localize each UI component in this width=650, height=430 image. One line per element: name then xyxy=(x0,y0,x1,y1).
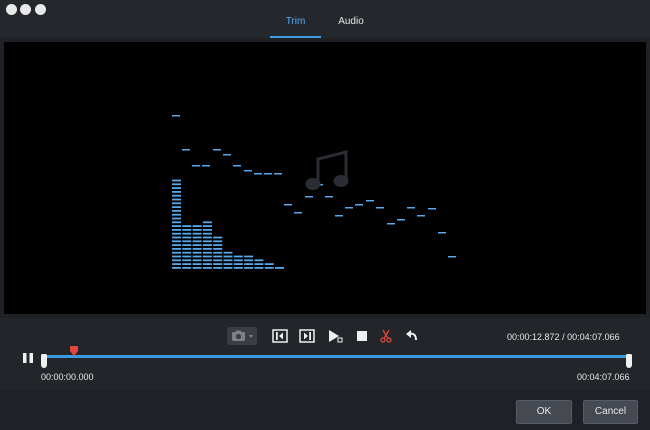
set-start-icon xyxy=(272,329,288,343)
stop-button[interactable] xyxy=(353,327,371,345)
playback-controls: 00:00:12.872 / 00:04:07.066 00:00:00.000… xyxy=(0,318,650,390)
pause-icon xyxy=(23,353,33,363)
play-segment-button[interactable] xyxy=(326,327,344,345)
time-separator: / xyxy=(562,332,565,342)
scissors-icon xyxy=(380,329,392,343)
timeline-track[interactable] xyxy=(44,355,629,358)
tab-audio[interactable]: Audio xyxy=(330,10,372,36)
camera-icon xyxy=(232,330,253,341)
audio-visualizer xyxy=(172,115,456,269)
undo-icon xyxy=(406,330,417,341)
trim-end-time: 00:04:07.066 xyxy=(577,372,630,382)
total-duration: 00:04:07.066 xyxy=(567,332,620,342)
snapshot-button[interactable] xyxy=(227,327,257,345)
set-end-icon xyxy=(299,329,315,343)
set-start-button[interactable] xyxy=(271,327,289,345)
play-segment-icon xyxy=(329,330,343,343)
ok-button[interactable]: OK xyxy=(516,400,572,424)
trim-start-time: 00:00:00.000 xyxy=(41,372,94,382)
tab-trim[interactable]: Trim xyxy=(270,10,321,38)
title-bar: Trim Audio xyxy=(0,0,650,38)
trim-start-handle[interactable] xyxy=(41,354,47,368)
pause-button[interactable] xyxy=(20,350,36,366)
music-note-icon xyxy=(305,150,349,190)
tab-bar: Trim Audio xyxy=(0,10,650,38)
dialog-footer: OK Cancel xyxy=(0,392,650,430)
playhead-marker[interactable] xyxy=(70,346,79,356)
set-end-button[interactable] xyxy=(298,327,316,345)
video-preview xyxy=(4,42,646,314)
current-time: 00:00:12.872 xyxy=(507,332,560,342)
cancel-button[interactable]: Cancel xyxy=(583,400,638,424)
stop-icon xyxy=(357,331,367,341)
trim-end-handle[interactable] xyxy=(626,354,632,368)
undo-button[interactable] xyxy=(403,327,421,345)
time-readout: 00:00:12.872 / 00:04:07.066 xyxy=(507,332,620,342)
cut-button[interactable] xyxy=(377,327,395,345)
